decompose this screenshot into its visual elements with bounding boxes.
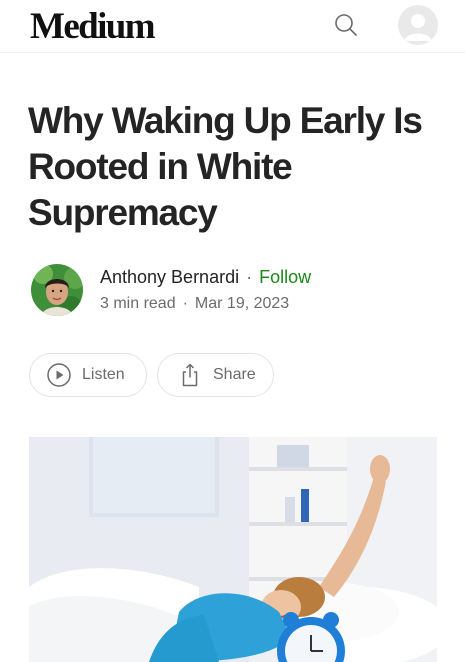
author-name[interactable]: Anthony Bernardi: [100, 267, 239, 287]
top-navigation-bar: Medium: [0, 0, 465, 53]
author-avatar[interactable]: [31, 264, 83, 316]
article-meta: 3 min read · Mar 19, 2023: [100, 293, 289, 315]
publish-date: Mar 19, 2023: [194, 295, 290, 312]
share-icon: [177, 362, 203, 388]
follow-button[interactable]: Follow: [259, 267, 311, 287]
share-label: Share: [213, 366, 256, 383]
medium-logo[interactable]: Medium: [30, 5, 156, 48]
play-circle-icon: [46, 362, 72, 388]
article-hero-image: [29, 437, 437, 662]
search-icon[interactable]: [333, 12, 359, 38]
share-button[interactable]: Share: [157, 353, 274, 397]
listen-button[interactable]: Listen: [29, 353, 147, 397]
listen-label: Listen: [82, 366, 125, 383]
user-avatar-icon[interactable]: [398, 5, 438, 45]
separator-dot: ·: [182, 295, 188, 312]
article-title: Why Waking Up Early Is Rooted in White S…: [28, 100, 423, 233]
author-line: Anthony Bernardi · Follow: [100, 265, 311, 289]
separator-dot: ·: [246, 267, 253, 287]
read-time: 3 min read: [100, 295, 176, 312]
